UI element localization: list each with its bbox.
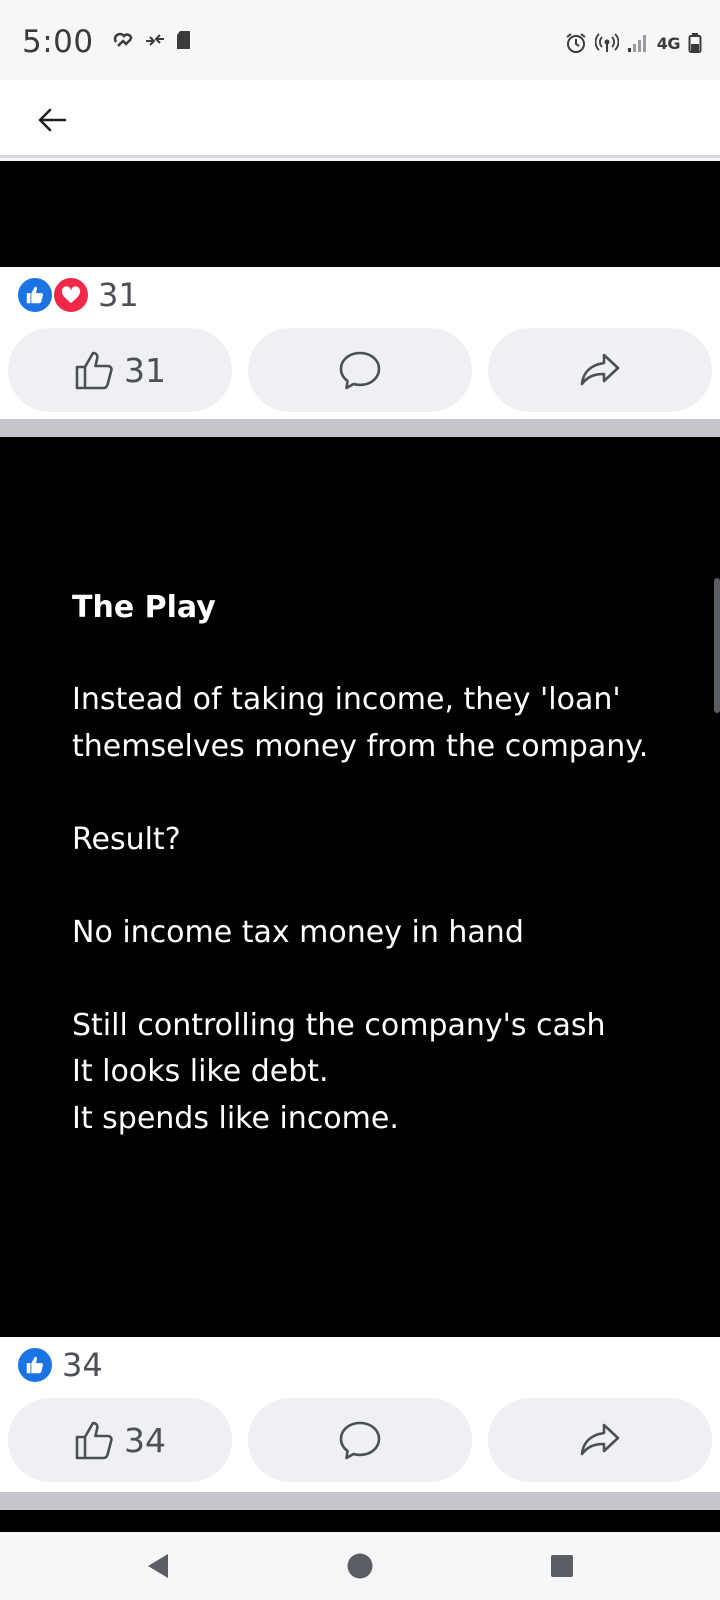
post-1-reaction-count: 31 (98, 276, 139, 314)
alarm-icon (566, 33, 586, 53)
share-arrow-icon (580, 353, 620, 386)
post-2-text-overlay: The Play Instead of taking income, they … (72, 585, 672, 1142)
status-right-icons: 4G (565, 32, 702, 54)
data-transfer-icon (146, 34, 164, 46)
post-divider (0, 419, 720, 437)
post-1-comment-button[interactable] (248, 328, 472, 412)
post-2-paragraph-4-line-2: It looks like debt. (72, 1054, 329, 1089)
post-1-like-button[interactable]: 31 (8, 328, 232, 412)
system-home-button[interactable] (340, 1546, 380, 1586)
post-2-reaction-count: 34 (62, 1346, 103, 1384)
signal-icon (627, 35, 646, 52)
system-nav-bar (0, 1532, 720, 1600)
post-2-action-row: 34 (8, 1398, 712, 1482)
back-triangle-icon (148, 1554, 168, 1578)
post-3-media[interactable] (0, 1510, 720, 1532)
cloud-sync-icon (113, 32, 133, 47)
post-2-title: The Play (72, 590, 216, 625)
like-reaction-icon (16, 1346, 54, 1384)
post-divider (0, 1492, 720, 1510)
network-type-label: 4G (656, 33, 681, 53)
home-circle-icon (347, 1553, 373, 1579)
post-2-paragraph-4-line-3: It spends like income. (72, 1100, 399, 1136)
post-2-paragraph-3: No income tax money in hand (72, 914, 524, 950)
status-time: 5:00 (22, 24, 94, 60)
post-2-paragraph-1: Instead of taking income, they 'loan' th… (72, 682, 649, 764)
post-1-share-button[interactable] (488, 328, 712, 412)
post-2-paragraph-2: Result? (72, 821, 181, 857)
post-2-like-count: 34 (124, 1420, 166, 1460)
battery-icon (688, 33, 702, 53)
love-reaction-icon (52, 276, 90, 314)
top-nav-bar (0, 80, 720, 158)
sd-card-icon (177, 31, 190, 49)
share-arrow-icon (580, 1423, 620, 1456)
recents-square-icon (551, 1555, 573, 1577)
post-1-like-count: 31 (124, 350, 166, 390)
post-2-share-button[interactable] (488, 1398, 712, 1482)
thumbs-up-icon (75, 1421, 113, 1460)
back-button[interactable] (32, 100, 72, 140)
post-2-comment-button[interactable] (248, 1398, 472, 1482)
comment-bubble-icon (339, 351, 381, 390)
post-2-paragraph-4-line-1: Still controlling the company's cash (72, 1007, 606, 1043)
hotspot-icon (594, 33, 619, 52)
system-recents-button[interactable] (542, 1546, 582, 1586)
comment-bubble-icon (339, 1421, 381, 1460)
status-bar: 5:00 4G (0, 0, 720, 80)
post-1-media[interactable] (0, 161, 720, 267)
post-1-action-row: 31 (8, 328, 712, 412)
post-2-like-button[interactable]: 34 (8, 1398, 232, 1482)
arrow-left-icon (38, 108, 67, 132)
post-1-reaction-summary[interactable]: 31 (16, 276, 139, 314)
thumbs-up-icon (75, 351, 113, 390)
like-reaction-icon (16, 276, 54, 314)
system-back-button[interactable] (138, 1546, 178, 1586)
scrollbar-thumb[interactable] (714, 578, 720, 713)
status-left-icons (112, 30, 192, 50)
post-2-reaction-summary[interactable]: 34 (16, 1346, 103, 1384)
